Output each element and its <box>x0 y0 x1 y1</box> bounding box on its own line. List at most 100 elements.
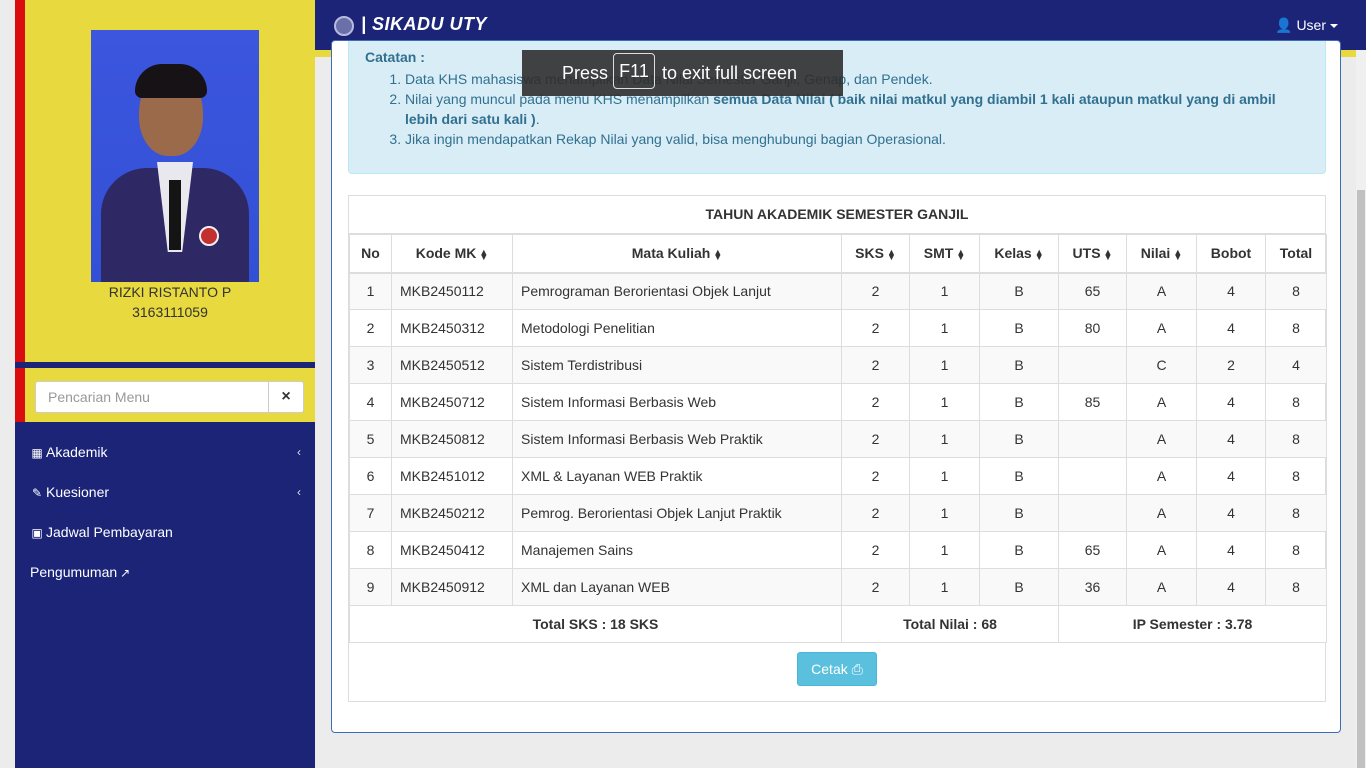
cell-uts: 80 <box>1058 309 1127 347</box>
cell-mata-kuliah: XML & Layanan WEB Praktik <box>512 457 842 495</box>
profile-photo <box>91 30 259 282</box>
cell-no: 3 <box>349 346 392 384</box>
cell-uts <box>1058 457 1127 495</box>
col-mata-kuliah[interactable]: Mata Kuliah ▲ ▼ <box>512 234 842 274</box>
app-brand[interactable]: | SIKADU UTY <box>361 14 487 35</box>
menu-search-input[interactable] <box>35 381 269 413</box>
sidebar-item-label: Kuesioner <box>46 484 110 500</box>
col-smt[interactable]: SMT ▲ ▼ <box>909 234 980 274</box>
sidebar-item-kuesioner[interactable]: ✎ Kuesioner ‹ <box>15 472 315 512</box>
cell-kode-mk: MKB2450712 <box>391 383 513 421</box>
cell-total: 8 <box>1265 309 1327 347</box>
col-total: Total <box>1265 234 1327 274</box>
cell-smt: 1 <box>909 457 980 495</box>
cell-nilai: A <box>1126 383 1197 421</box>
cell-bobot: 4 <box>1196 420 1266 458</box>
cell-no: 6 <box>349 457 392 495</box>
cell-uts <box>1058 420 1127 458</box>
cell-kode-mk: MKB2451012 <box>391 457 513 495</box>
cell-sks: 2 <box>841 346 910 384</box>
cell-kode-mk: MKB2450112 <box>391 272 513 310</box>
sidebar-item-pengumuman[interactable]: Pengumuman ↗ <box>15 552 315 592</box>
cell-nilai: A <box>1126 531 1197 569</box>
cell-total: 8 <box>1265 420 1327 458</box>
cell-bobot: 4 <box>1196 383 1266 421</box>
cell-smt: 1 <box>909 531 980 569</box>
sort-icon: ▲ ▼ <box>1034 246 1044 262</box>
cell-nilai: A <box>1126 494 1197 532</box>
cell-sks: 2 <box>841 272 910 310</box>
sidebar-item-akademik[interactable]: ▦ Akademik ‹ <box>15 432 315 472</box>
khs-table-wrapper: TAHUN AKADEMIK SEMESTER GANJIL No Kode M… <box>348 195 1327 702</box>
cell-kelas: B <box>979 531 1059 569</box>
cell-no: 2 <box>349 309 392 347</box>
cell-kode-mk: MKB2450912 <box>391 568 513 606</box>
cell-nilai: A <box>1126 420 1197 458</box>
cell-uts: 65 <box>1058 531 1127 569</box>
cell-nilai: A <box>1126 272 1197 310</box>
cell-kelas: B <box>979 309 1059 347</box>
cell-bobot: 4 <box>1196 494 1266 532</box>
cell-bobot: 2 <box>1196 346 1266 384</box>
profile-card: RIZKI RISTANTO P 3163111059 <box>15 0 315 362</box>
f11-key: F11 <box>613 53 655 89</box>
cell-sks: 2 <box>841 568 910 606</box>
cell-bobot: 4 <box>1196 568 1266 606</box>
cell-smt: 1 <box>909 494 980 532</box>
print-row: Cetak ⎙ <box>349 643 1325 695</box>
cell-total: 8 <box>1265 457 1327 495</box>
cell-total: 8 <box>1265 568 1327 606</box>
col-nilai[interactable]: Nilai ▲ ▼ <box>1126 234 1197 274</box>
cell-mata-kuliah: Pemrog. Berorientasi Objek Lanjut Prakti… <box>512 494 842 532</box>
cell-kode-mk: MKB2450312 <box>391 309 513 347</box>
close-icon: × <box>281 388 291 405</box>
sidebar-item-jadwal-pembayaran[interactable]: ▣ Jadwal Pembayaran <box>15 512 315 552</box>
cell-nilai: A <box>1126 309 1197 347</box>
user-menu-label: User <box>1296 17 1326 33</box>
col-kelas[interactable]: Kelas ▲ ▼ <box>979 234 1059 274</box>
cell-sks: 2 <box>841 383 910 421</box>
sort-icon: ▲ ▼ <box>713 246 723 262</box>
cell-mata-kuliah: Sistem Informasi Berbasis Web Praktik <box>512 420 842 458</box>
cell-sks: 2 <box>841 309 910 347</box>
table-row: 8 MKB2450412 Manajemen Sains 2 1 B 65 A 4 8 <box>349 531 1327 569</box>
cell-mata-kuliah: Pemrograman Berorientasi Objek Lanjut <box>512 272 842 310</box>
cell-kelas: B <box>979 420 1059 458</box>
cell-no: 7 <box>349 494 392 532</box>
cell-smt: 1 <box>909 420 980 458</box>
clear-search-button[interactable]: × <box>268 381 304 413</box>
scrollbar-thumb[interactable] <box>1357 190 1365 768</box>
khs-panel: Catatan : Data KHS mahasiswa menampilkan… <box>331 40 1341 733</box>
sidebar-item-label: Akademik <box>46 444 108 460</box>
cell-kode-mk: MKB2450512 <box>391 346 513 384</box>
cell-mata-kuliah: XML dan Layanan WEB <box>512 568 842 606</box>
sidebar-menu: ▦ Akademik ‹ ✎ Kuesioner ‹ ▣ Jadwal Pembaya… <box>15 432 315 592</box>
col-uts[interactable]: UTS ▲ ▼ <box>1058 234 1127 274</box>
cell-uts: 65 <box>1058 272 1127 310</box>
cell-no: 5 <box>349 420 392 458</box>
col-kode-mk[interactable]: Kode MK ▲ ▼ <box>391 234 513 274</box>
money-icon: ▣ <box>31 526 43 540</box>
table-row: 2 MKB2450312 Metodologi Penelitian 2 1 B 80 A 4 8 <box>349 309 1327 347</box>
cell-smt: 1 <box>909 346 980 384</box>
col-sks[interactable]: SKS ▲ ▼ <box>841 234 910 274</box>
table-row: 4 MKB2450712 Sistem Informasi Berbasis Web… <box>349 383 1327 421</box>
user-menu-toggle[interactable]: 👤 User <box>1275 17 1338 34</box>
cell-kelas: B <box>979 494 1059 532</box>
khs-table: No Kode MK ▲ ▼ Mata Kuliah ▲ ▼ SKS ▲ ▼ SMT ▲ ▼ K… <box>349 234 1327 643</box>
cell-total: 8 <box>1265 494 1327 532</box>
sort-icon: ▲ ▼ <box>479 246 489 262</box>
chevron-left-icon: ‹ <box>297 485 301 499</box>
print-button[interactable]: Cetak ⎙ <box>797 652 877 686</box>
total-nilai: Total Nilai : 68 <box>841 605 1059 643</box>
table-row: 1 MKB2450112 Pemrograman Berorientasi Obje… <box>349 272 1327 310</box>
external-link-icon: ↗ <box>120 566 131 580</box>
cell-mata-kuliah: Sistem Informasi Berbasis Web <box>512 383 842 421</box>
cell-bobot: 4 <box>1196 457 1266 495</box>
cell-no: 4 <box>349 383 392 421</box>
cell-smt: 1 <box>909 568 980 606</box>
page-scrollbar[interactable] <box>1356 50 1366 768</box>
print-icon: ⎙ <box>851 661 863 677</box>
sidebar-item-label: Pengumuman <box>30 564 118 580</box>
table-row: 5 MKB2450812 Sistem Informasi Berbasis Web… <box>349 420 1327 458</box>
